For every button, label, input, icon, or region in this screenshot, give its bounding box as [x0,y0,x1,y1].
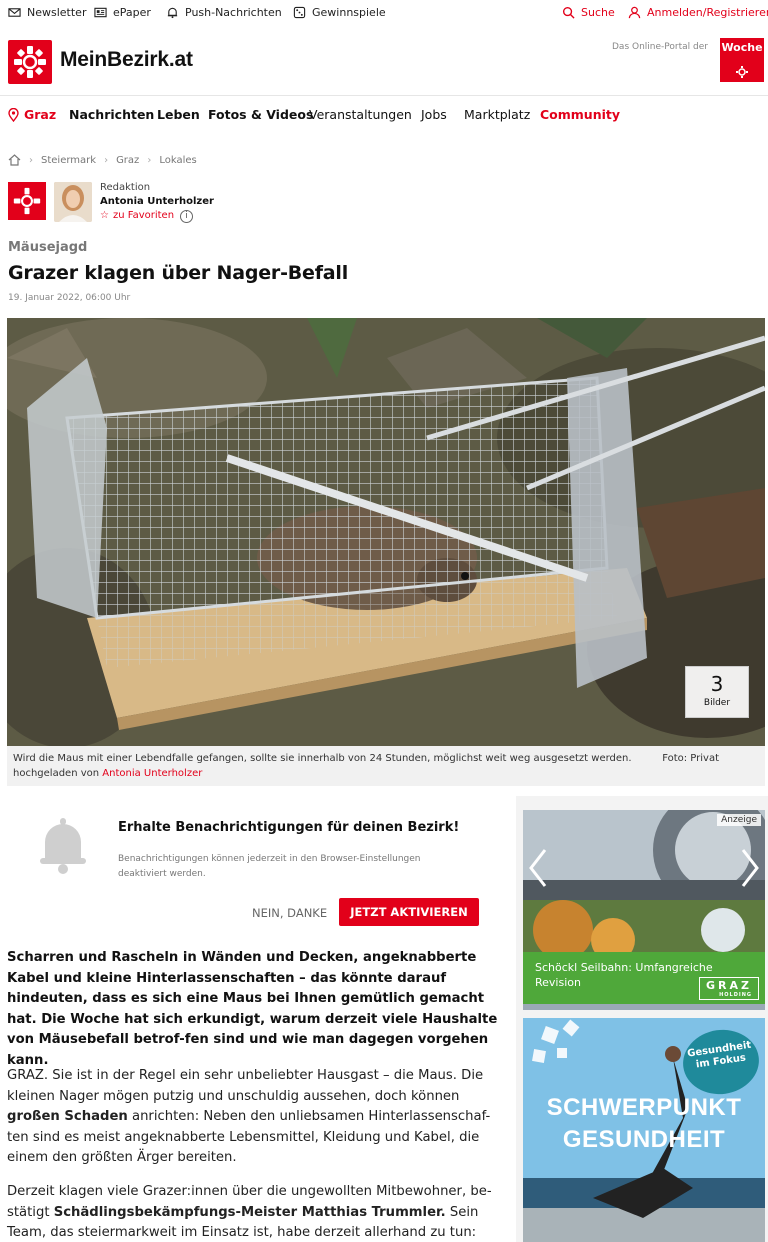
woche-label: Woche [721,41,763,54]
uploaded-by-label: hochgeladen von [13,768,100,779]
ad-label: Anzeige [717,814,761,826]
add-favorite-label: zu Favoriten [112,210,175,221]
search-link[interactable]: Suche [562,6,615,19]
logo-flower-icon [14,46,46,78]
nav-item-veranstaltungen[interactable]: Veranstaltungen [309,107,412,122]
gewinnspiele-link[interactable]: Gewinnspiele [293,6,386,19]
nav-location-label: Graz [24,107,57,122]
info-icon[interactable]: i [180,210,193,223]
article-paragraph: GRAZ. Sie ist in der Regel ein sehr unbe… [7,1066,507,1169]
article-paragraph: Derzeit klagen viele Grazer:innen über d… [7,1182,507,1242]
add-favorite-button[interactable]: ☆ zu Favoriten [100,210,174,221]
push-label: Push-Nachrichten [185,6,282,19]
breadcrumb-graz[interactable]: Graz [116,155,139,166]
dice-icon [293,6,306,19]
uploaded-by-link[interactable]: Antonia Unterholzer [102,768,202,779]
ad-headline-1: SCHWERPUNKT [546,1094,742,1121]
image-count-label: Bilder [703,698,731,708]
bell-icon [167,7,178,19]
site-logo[interactable] [8,40,52,84]
article-lead: Scharren und Rascheln in Wänden und Deck… [7,950,498,1068]
location-pin-icon [8,107,19,122]
breadcrumb: › Steiermark › Graz › Lokales [8,154,197,166]
ad-gesundheit[interactable]: Gesundheit im Fokus SCHWERPUNKT GESUNDHE… [523,1018,765,1242]
chevron-right-icon: › [29,154,33,166]
search-icon [562,6,575,19]
article-kicker: Mäusejagd [8,240,88,255]
ad-seilbahn[interactable]: Anzeige Schöckl Seilbahn: Umfangreiche R… [523,810,765,1010]
article-title: Grazer klagen über Nager-Befall [8,262,349,284]
user-icon [628,6,641,19]
nav-item-jobs[interactable]: Jobs [421,107,447,122]
nav-item-marktplatz[interactable]: Marktplatz [464,107,530,122]
bell-icon [40,818,86,874]
push-title: Erhalte Benachrichtigungen für deinen Be… [118,820,460,835]
nav-location[interactable]: Graz [8,107,56,122]
ad-headline-2: GESUNDHEIT [562,1126,726,1153]
paragraph-text: GRAZ. Sie ist in der Regel ein sehr unbe… [7,1068,484,1104]
home-icon[interactable] [8,154,21,166]
push-link[interactable]: Push-Nachrichten [166,6,282,19]
image-count: 3 [710,672,724,696]
push-subtitle: Benachrichtigungen können jederzeit in d… [118,854,421,879]
woche-flower-icon [736,66,748,78]
chevron-left-icon[interactable] [527,848,549,888]
publisher-logo[interactable] [8,182,46,220]
nav-item-leben[interactable]: Leben [157,107,200,122]
site-header: MeinBezirk.at Das Online-Portal der Woch… [0,26,768,96]
graz-holding-sub: HOLDING [719,992,752,998]
nav-item-community[interactable]: Community [540,107,620,122]
paragraph-bold: Schädlingsbekämpfungs-Meister Matthias T… [53,1204,446,1220]
newsletter-link[interactable]: Newsletter [8,6,86,19]
graz-holding-logo: GRAZ HOLDING [699,977,759,1000]
image-caption: Wird die Maus mit einer Lebendfalle gefa… [7,746,765,786]
decline-button[interactable]: NEIN, DANKE [252,906,327,920]
image-gallery-button[interactable]: 3 Bilder [685,666,749,718]
paragraph-bold: großen Schaden [7,1109,128,1124]
author-photo [54,182,92,222]
epaper-label: ePaper [113,6,151,19]
chevron-right-icon: › [104,154,109,166]
epaper-link[interactable]: ePaper [94,6,151,19]
mail-icon [8,8,21,17]
chevron-right-icon[interactable] [739,848,761,888]
author-role: Redaktion [100,182,151,193]
graz-holding-brand: GRAZ [706,979,752,992]
gewinnspiele-label: Gewinnspiele [312,6,386,19]
breadcrumb-steiermark[interactable]: Steiermark [41,155,96,166]
login-label: Anmelden/Registrieren [647,6,768,19]
search-label: Suche [581,6,615,19]
main-nav: Graz Nachrichten Leben Fotos & Videos Ve… [0,96,768,134]
newspaper-icon [94,7,107,18]
caption-text: Wird die Maus mit einer Lebendfalle gefa… [13,753,632,764]
logo-flower-icon [13,187,41,215]
breadcrumb-lokales[interactable]: Lokales [159,155,196,166]
chevron-right-icon: › [147,154,152,166]
nav-item-fotos-videos[interactable]: Fotos & Videos [208,107,313,122]
author-avatar[interactable] [54,182,92,222]
ad-caption-text: Schöckl Seilbahn: Umfangreiche Revision [535,961,713,989]
login-link[interactable]: Anmelden/Registrieren [628,6,768,19]
article-image[interactable]: 3 Bilder [7,318,765,746]
star-icon: ☆ [100,210,109,221]
newsletter-label: Newsletter [27,6,87,19]
author-name[interactable]: Antonia Unterholzer [100,196,214,207]
nav-item-nachrichten[interactable]: Nachrichten [69,107,154,122]
photo-credit: Foto: Privat [662,753,719,764]
activate-button[interactable]: JETZT AKTIVIEREN [339,898,479,926]
portal-text: Das Online-Portal der [612,42,708,52]
utility-bar: Newsletter ePaper Push-Nachrichten Gewin… [0,0,768,26]
mouse-trap-photo [7,318,765,746]
site-name[interactable]: MeinBezirk.at [60,48,193,72]
push-prompt: Erhalte Benachrichtigungen für deinen Be… [7,796,507,936]
woche-logo[interactable]: Woche [720,38,764,82]
article-date: 19. Januar 2022, 06:00 Uhr [8,293,131,303]
